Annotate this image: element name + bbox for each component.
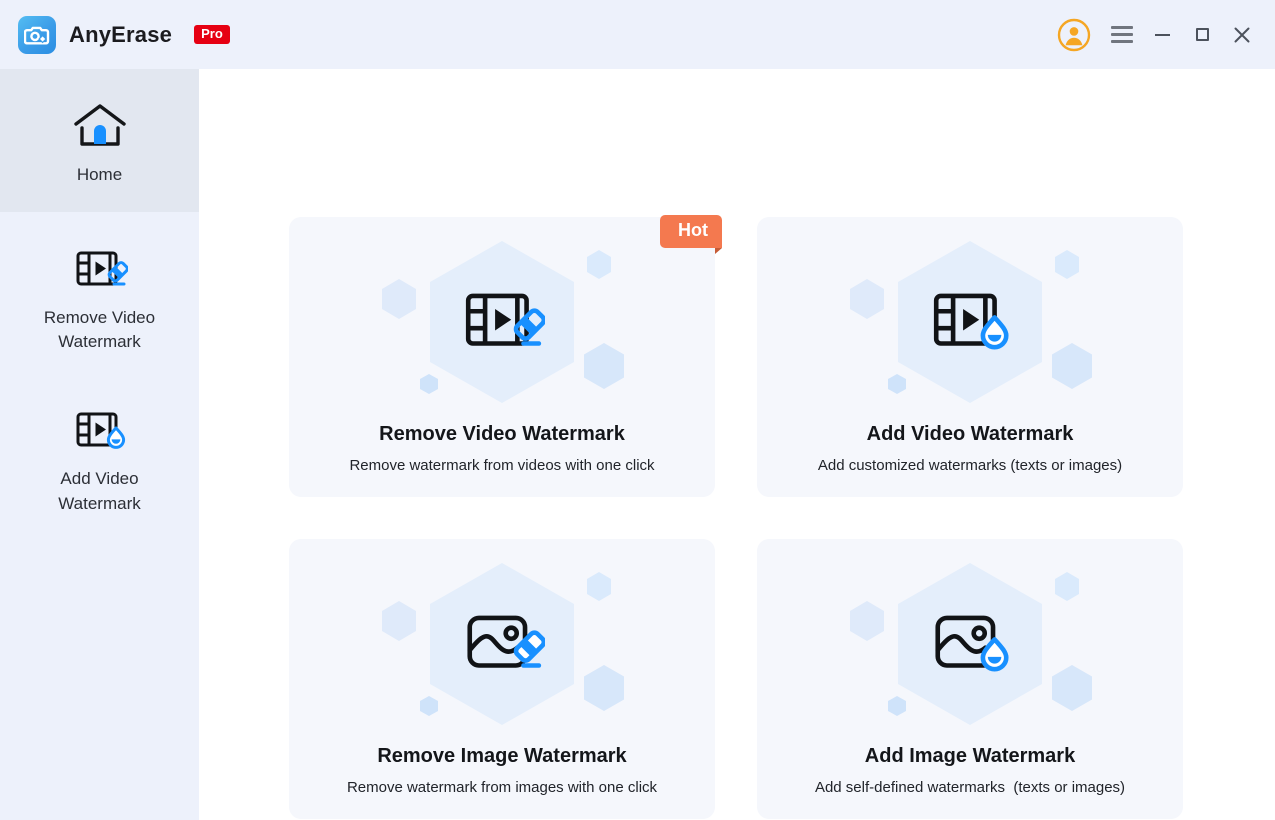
hamburger-menu-icon[interactable] [1103, 16, 1141, 54]
card-description: Add self-defined watermarks (texts or im… [815, 779, 1125, 796]
hexagon-deco-icon [1049, 663, 1095, 713]
hexagon-deco-icon [419, 695, 439, 717]
sidebar-item-home[interactable]: Home [0, 69, 199, 212]
video-droplet-icon [72, 403, 128, 459]
hexagon-deco-icon [887, 695, 907, 717]
card-remove-image-watermark[interactable]: Remove Image Watermark Remove watermark … [289, 539, 715, 819]
video-droplet-icon [927, 282, 1013, 362]
hexagon-deco-icon [581, 663, 627, 713]
sidebar: Home Remove Video Watermark [0, 69, 199, 820]
hamburger-line-2 [1111, 33, 1133, 36]
card-artwork [845, 559, 1095, 729]
app-body: Home Remove Video Watermark [0, 69, 1275, 820]
camera-eraser-logo-icon [18, 16, 56, 54]
main-content: Hot [199, 69, 1275, 820]
video-eraser-icon [459, 282, 545, 362]
sidebar-item-remove-video-watermark[interactable]: Remove Video Watermark [0, 212, 199, 377]
sidebar-item-label-add-video: Add Video Watermark [58, 467, 141, 516]
image-droplet-icon [927, 604, 1013, 684]
hexagon-deco-icon [1053, 249, 1081, 280]
hexagon-deco-icon [1053, 571, 1081, 602]
hexagon-deco-icon [419, 373, 439, 395]
card-description: Add customized watermarks (texts or imag… [818, 457, 1122, 474]
card-title: Add Image Watermark [865, 745, 1075, 768]
hexagon-deco-icon [581, 341, 627, 391]
window-maximize-icon[interactable] [1183, 16, 1221, 54]
app-window: AnyErase Pro [0, 0, 1275, 820]
app-brand: AnyErase Pro [18, 16, 230, 54]
hexagon-deco-icon [1049, 341, 1095, 391]
hamburger-lines [1111, 26, 1133, 43]
title-bar: AnyErase Pro [0, 0, 1275, 69]
app-name: AnyErase [69, 22, 172, 48]
card-remove-video-watermark[interactable]: Hot [289, 217, 715, 497]
home-icon [71, 99, 129, 155]
sidebar-item-label-remove-video: Remove Video Watermark [44, 306, 155, 355]
hexagon-deco-icon [585, 571, 613, 602]
hexagon-deco-icon [379, 599, 419, 643]
hexagon-deco-icon [379, 277, 419, 321]
user-account-icon[interactable] [1053, 14, 1095, 56]
minimize-bar [1155, 34, 1170, 36]
feature-card-grid: Hot [289, 69, 1185, 819]
card-artwork [845, 237, 1095, 407]
video-eraser-icon [72, 242, 128, 298]
hexagon-deco-icon [887, 373, 907, 395]
card-title: Add Video Watermark [867, 423, 1074, 446]
card-description: Remove watermark from images with one cl… [347, 779, 657, 796]
card-title: Remove Image Watermark [377, 745, 626, 768]
hexagon-deco-icon [585, 249, 613, 280]
card-artwork [377, 237, 627, 407]
maximize-square [1196, 28, 1209, 41]
hexagon-deco-icon [847, 277, 887, 321]
hot-badge: Hot [660, 215, 722, 248]
hamburger-line-3 [1111, 40, 1133, 43]
pro-badge: Pro [194, 25, 230, 44]
sidebar-item-label-home: Home [77, 163, 122, 188]
image-eraser-icon [459, 604, 545, 684]
hamburger-line-1 [1111, 26, 1133, 29]
window-close-icon[interactable] [1223, 16, 1261, 54]
card-artwork [377, 559, 627, 729]
card-title: Remove Video Watermark [379, 423, 625, 446]
window-minimize-icon[interactable] [1143, 16, 1181, 54]
hexagon-deco-icon [847, 599, 887, 643]
card-add-image-watermark[interactable]: Add Image Watermark Add self-defined wat… [757, 539, 1183, 819]
card-description: Remove watermark from videos with one cl… [349, 457, 654, 474]
card-add-video-watermark[interactable]: Add Video Watermark Add customized water… [757, 217, 1183, 497]
sidebar-item-add-video-watermark[interactable]: Add Video Watermark [0, 377, 199, 538]
window-controls [1053, 14, 1261, 56]
